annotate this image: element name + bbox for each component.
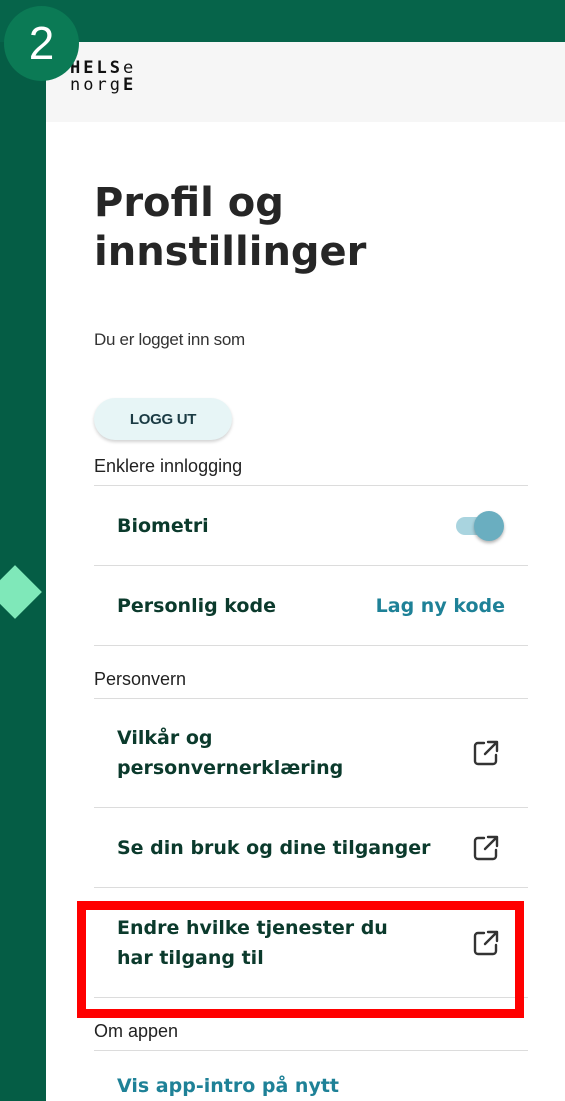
external-link-icon <box>473 930 499 955</box>
section-label-privacy: Personvern <box>94 664 528 699</box>
show-intro-link[interactable]: Vis app-intro på nytt <box>94 1075 528 1097</box>
helsenorge-logo: HELSe norgE <box>70 58 137 95</box>
toggle-thumb <box>474 510 504 541</box>
profile-content: Profil og innstillinger Du er logget inn… <box>94 122 528 1097</box>
privacy-item-label: Endre hvilke tjenester du har tilgang ti… <box>117 916 388 969</box>
pointer-arrow-icon <box>0 565 42 619</box>
external-link-icon <box>473 835 499 860</box>
section-label-about: Om appen <box>94 1016 528 1051</box>
phone-screen: HELSe norgE Profil og innstillinger Du e… <box>46 42 565 1101</box>
create-new-code-link[interactable]: Lag ny kode <box>376 595 505 617</box>
biometrics-label: Biometri <box>117 514 209 537</box>
signed-in-text: Du er logget inn som <box>94 330 245 349</box>
biometrics-toggle[interactable] <box>454 510 504 541</box>
privacy-item-services[interactable]: Endre hvilke tjenester du har tilgang ti… <box>94 888 528 998</box>
personal-code-label: Personlig kode <box>117 594 276 617</box>
biometrics-row: Biometri <box>94 486 528 566</box>
privacy-item-label: Se din bruk og dine tilganger <box>117 836 431 859</box>
step-number-badge: 2 <box>4 6 79 81</box>
personal-code-row: Personlig kode Lag ny kode <box>94 566 528 646</box>
privacy-item-usage[interactable]: Se din bruk og dine tilganger <box>94 808 528 888</box>
logout-button[interactable]: LOGG UT <box>94 398 232 440</box>
external-link-icon <box>473 740 499 766</box>
privacy-item-label: Vilkår og personvernerklæring <box>117 727 344 779</box>
privacy-item-terms[interactable]: Vilkår og personvernerklæring <box>94 699 528 808</box>
section-label-login: Enklere innlogging <box>94 451 528 486</box>
top-banner <box>0 0 565 42</box>
page-title: Profil og innstillinger <box>94 180 367 275</box>
app-header: HELSe norgE <box>46 42 565 122</box>
